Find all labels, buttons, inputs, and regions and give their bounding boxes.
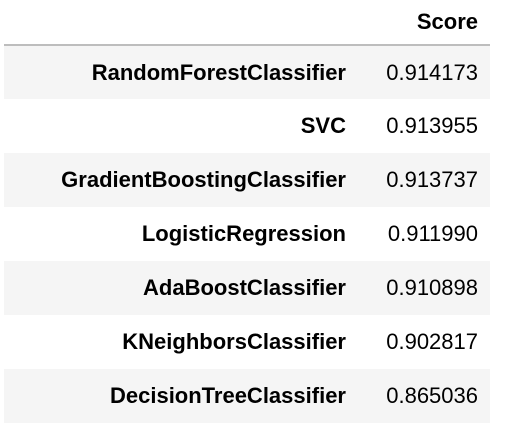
model-name: SVC bbox=[300, 113, 346, 138]
score-value: 0.913737 bbox=[386, 167, 478, 192]
model-name: KNeighborsClassifier bbox=[122, 329, 346, 354]
results-dataframe: Score RandomForestClassifier 0.914173 SV… bbox=[4, 0, 490, 423]
header-row: Score bbox=[4, 0, 490, 46]
score-header: Score bbox=[354, 0, 490, 46]
score-value: 0.911990 bbox=[387, 221, 478, 246]
table-row: KNeighborsClassifier 0.902817 bbox=[4, 315, 490, 369]
table-row: SVC 0.913955 bbox=[4, 99, 490, 153]
model-name: GradientBoostingClassifier bbox=[61, 167, 346, 192]
model-name: LogisticRegression bbox=[141, 221, 346, 246]
score-value: 0.865036 bbox=[386, 383, 478, 408]
table-row: AdaBoostClassifier 0.910898 bbox=[4, 261, 490, 315]
model-name: AdaBoostClassifier bbox=[143, 275, 346, 300]
table-row: LogisticRegression 0.911990 bbox=[4, 207, 490, 261]
table-body: RandomForestClassifier 0.914173 SVC 0.91… bbox=[4, 45, 490, 423]
score-value: 0.914173 bbox=[386, 59, 478, 85]
table-row: DecisionTreeClassifier 0.865036 bbox=[4, 369, 490, 423]
table-header: Score bbox=[4, 0, 490, 46]
index-header bbox=[4, 0, 354, 46]
score-value: 0.902817 bbox=[386, 329, 478, 354]
table-row: RandomForestClassifier 0.914173 bbox=[4, 45, 490, 99]
model-name: RandomForestClassifier bbox=[91, 59, 346, 85]
table-row: GradientBoostingClassifier 0.913737 bbox=[4, 153, 490, 207]
score-table: Score RandomForestClassifier 0.914173 SV… bbox=[4, 0, 490, 423]
score-value: 0.913955 bbox=[386, 113, 478, 138]
model-name: DecisionTreeClassifier bbox=[109, 383, 346, 408]
score-value: 0.910898 bbox=[386, 275, 478, 300]
